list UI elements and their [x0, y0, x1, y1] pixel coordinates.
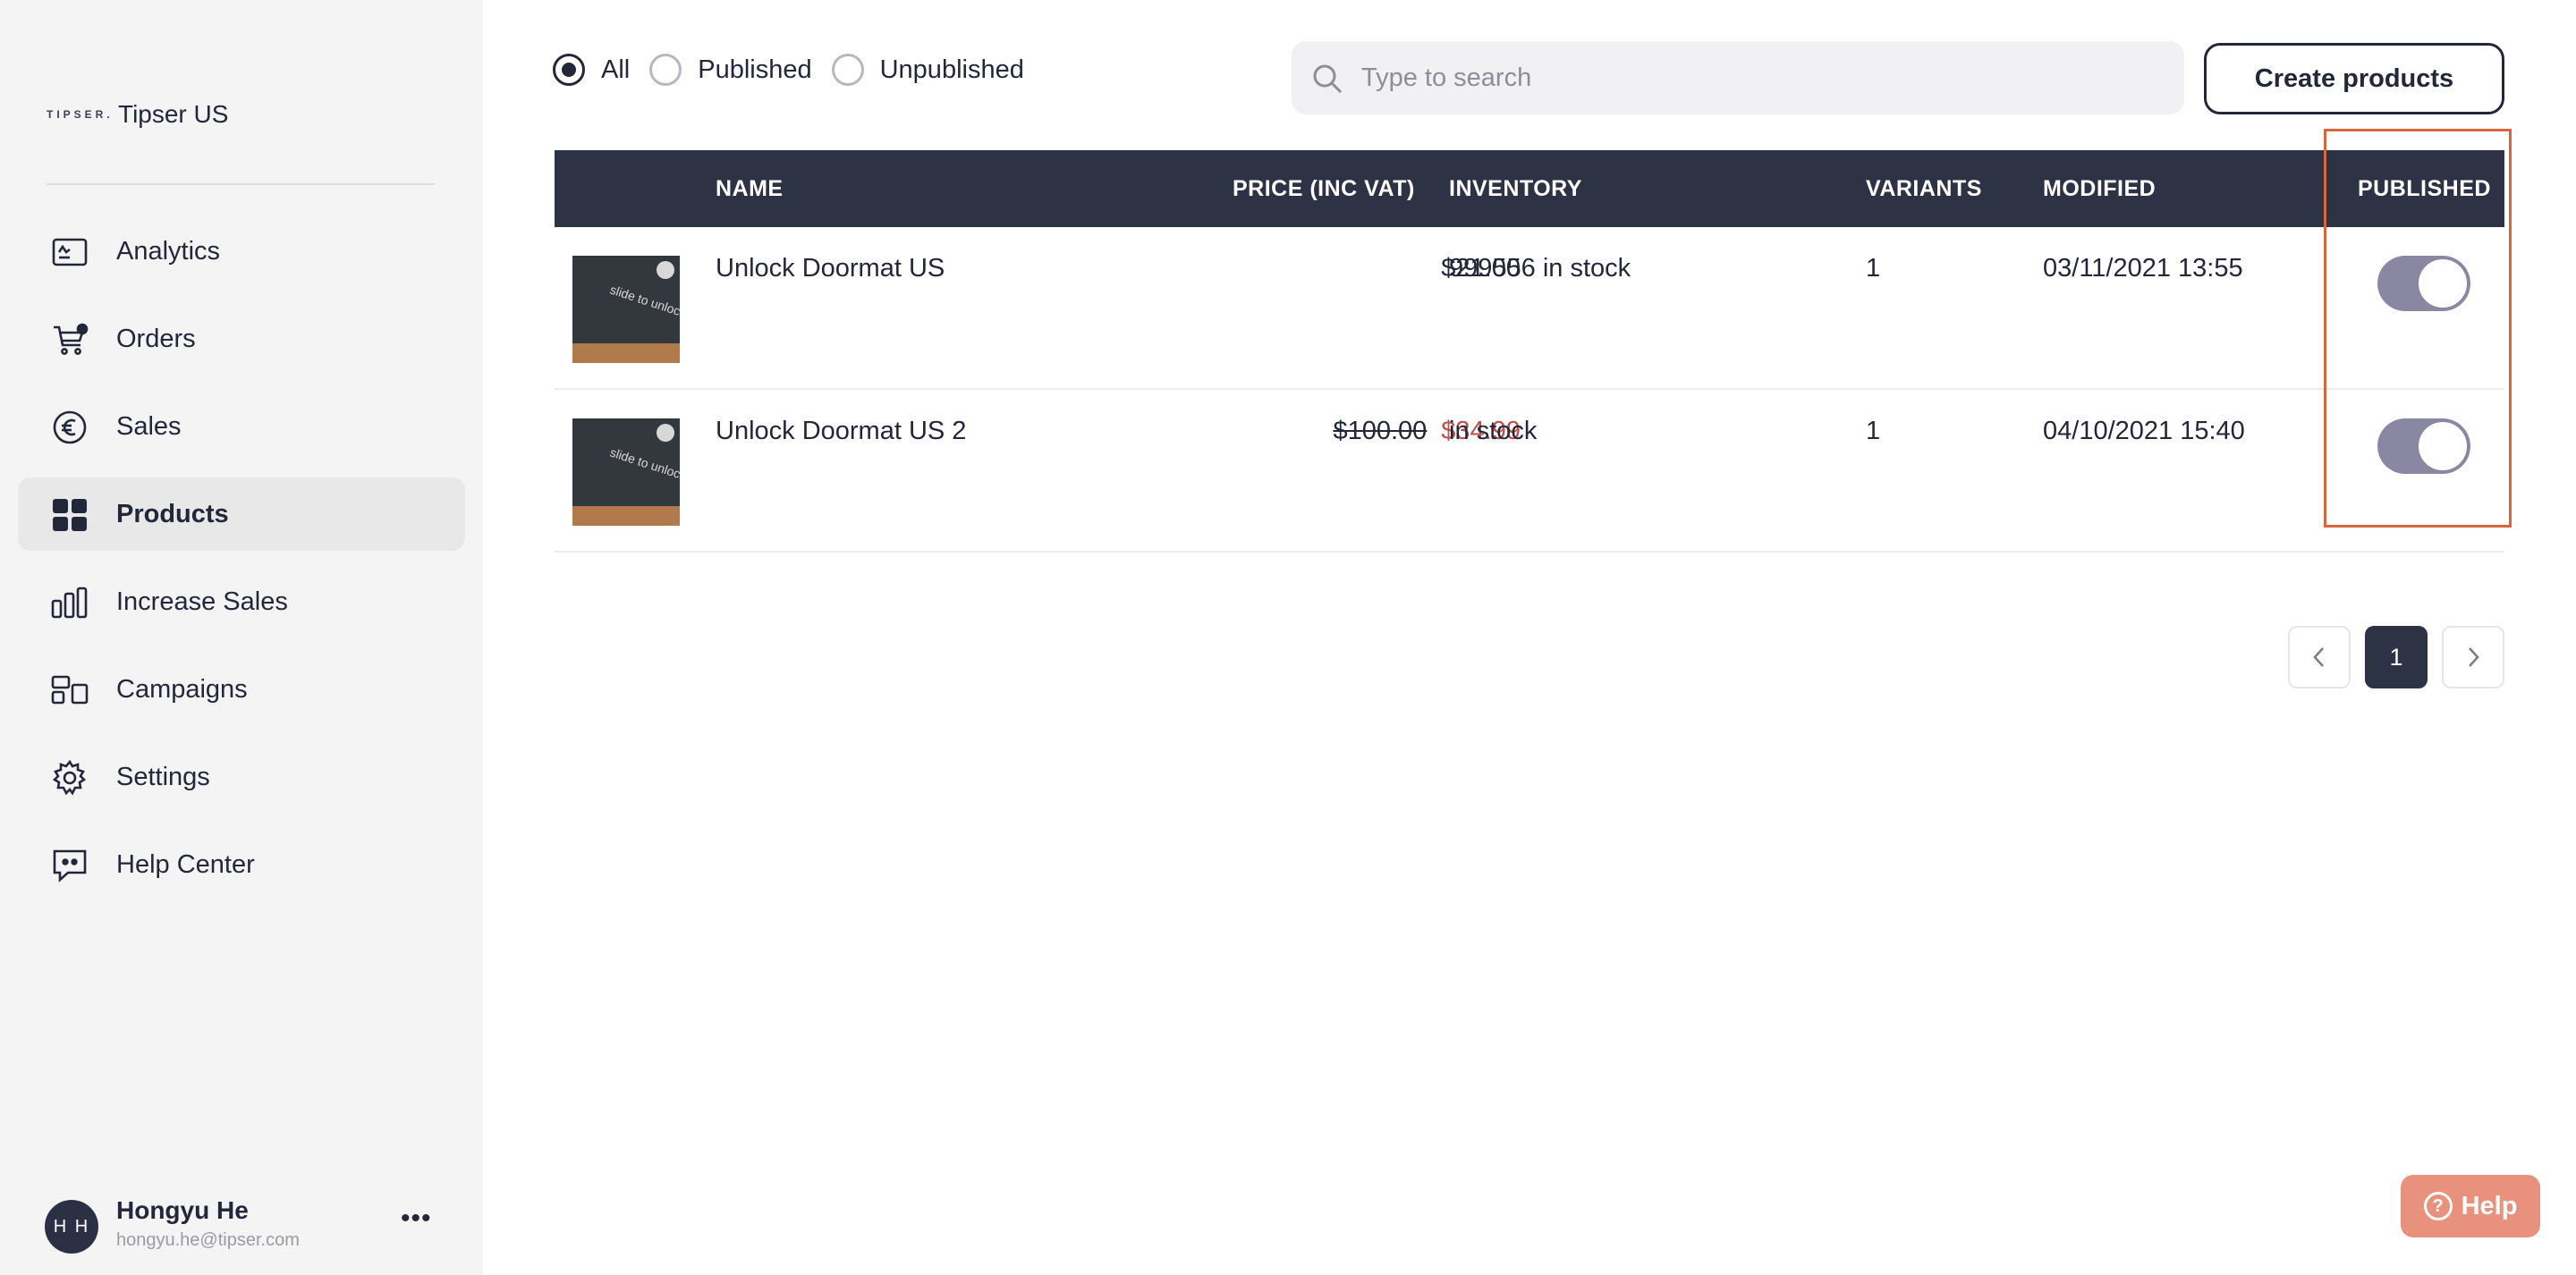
sidebar-item-label: Products: [116, 499, 229, 528]
grid-icon: [53, 499, 87, 531]
campaigns-icon: [51, 675, 89, 705]
product-thumbnail[interactable]: slide to unlock: [572, 256, 680, 363]
sidebar-item-help-center[interactable]: Help Center: [18, 828, 465, 901]
filter-all[interactable]: All: [553, 54, 630, 86]
table-row[interactable]: slide to unlock Unlock Doormat US $21.00…: [555, 227, 2504, 390]
product-inventory: in stock: [1449, 417, 1538, 445]
search-input[interactable]: [1361, 41, 2148, 114]
brand[interactable]: TIPSER. Tipser US: [47, 93, 228, 136]
help-button[interactable]: ? Help: [2401, 1175, 2540, 1237]
sidebar-item-sales[interactable]: Sales: [18, 390, 465, 463]
more-options-button[interactable]: •••: [401, 1203, 432, 1234]
column-header-price[interactable]: PRICE (INC VAT): [1233, 150, 1415, 227]
next-page-button[interactable]: [2442, 626, 2504, 688]
question-icon: ?: [2423, 1192, 2453, 1220]
product-thumbnail[interactable]: slide to unlock: [572, 418, 680, 526]
column-header-published[interactable]: PUBLISHED: [2358, 150, 2491, 227]
product-inventory: 999556 in stock: [1449, 254, 1631, 283]
doormat-image: slide to unlock: [572, 418, 680, 526]
gear-icon: [52, 760, 87, 796]
radio-unpublished[interactable]: [831, 54, 864, 86]
sidebar: TIPSER. Tipser US Analytics Orders Sales…: [0, 0, 483, 1275]
doormat-image: slide to unlock: [572, 256, 680, 363]
brand-name: Tipser US: [118, 100, 229, 128]
filter-label: Published: [698, 55, 812, 84]
chat-quote-icon: [53, 849, 87, 882]
product-modified: 04/10/2021 15:40: [2043, 417, 2245, 445]
sidebar-divider: [47, 183, 435, 185]
original-price: $100.00: [1333, 417, 1428, 445]
sidebar-item-label: Sales: [116, 411, 182, 441]
prev-page-button[interactable]: [2288, 626, 2351, 688]
search-icon: [1313, 64, 1343, 94]
radio-all[interactable]: [553, 54, 585, 86]
user-name: Hongyu He: [116, 1196, 249, 1224]
sidebar-item-settings[interactable]: Settings: [18, 740, 465, 814]
chevron-right-icon: [2469, 647, 2479, 667]
sidebar-item-label: Analytics: [116, 236, 221, 266]
toggle-knob: [2419, 422, 2467, 470]
products-table: NAME PRICE (INC VAT) INVENTORY VARIANTS …: [555, 150, 2504, 553]
product-name[interactable]: Unlock Doormat US: [716, 254, 945, 283]
sidebar-item-analytics[interactable]: Analytics: [18, 215, 465, 288]
sidebar-nav: Analytics Orders Sales Products Increase…: [18, 215, 465, 916]
analytics-icon: [52, 238, 88, 266]
table-header: NAME PRICE (INC VAT) INVENTORY VARIANTS …: [555, 150, 2504, 227]
help-label: Help: [2461, 1191, 2518, 1220]
page-1-button[interactable]: 1: [2365, 626, 2428, 688]
search-bar: [1292, 41, 2184, 114]
product-variants: 1: [1866, 417, 1881, 445]
sidebar-item-orders[interactable]: Orders: [18, 302, 465, 376]
filter-published[interactable]: Published: [649, 54, 812, 86]
sidebar-item-label: Campaigns: [116, 674, 248, 704]
radio-published[interactable]: [649, 54, 682, 86]
published-toggle[interactable]: [2377, 256, 2470, 311]
sidebar-item-label: Settings: [116, 762, 210, 791]
pagination: 1: [2288, 626, 2504, 688]
sidebar-item-label: Increase Sales: [116, 587, 288, 616]
sidebar-item-campaigns[interactable]: Campaigns: [18, 653, 465, 726]
sidebar-item-label: Help Center: [116, 849, 255, 879]
product-variants: 1: [1866, 254, 1881, 283]
user-profile: H H Hongyu He hongyu.he@tipser.com •••: [45, 1195, 447, 1259]
avatar[interactable]: H H: [45, 1200, 98, 1254]
brand-logo: TIPSER.: [47, 108, 114, 121]
column-header-modified[interactable]: MODIFIED: [2043, 150, 2156, 227]
bar-chart-icon: [51, 587, 88, 619]
filter-unpublished[interactable]: Unpublished: [831, 54, 1024, 86]
cart-icon: [54, 323, 89, 355]
user-email: hongyu.he@tipser.com: [116, 1230, 300, 1250]
filter-label: All: [601, 55, 631, 84]
filter-label: Unpublished: [879, 55, 1024, 84]
euro-icon: [53, 410, 87, 444]
column-header-variants[interactable]: VARIANTS: [1866, 150, 1982, 227]
toggle-knob: [2419, 259, 2467, 308]
publish-filter: All Published Unpublished: [553, 50, 1044, 89]
product-name[interactable]: Unlock Doormat US 2: [716, 417, 966, 446]
product-modified: 03/11/2021 13:55: [2043, 254, 2243, 283]
table-row[interactable]: slide to unlock Unlock Doormat US 2 $100…: [555, 390, 2504, 553]
sidebar-item-increase-sales[interactable]: Increase Sales: [18, 565, 465, 638]
column-header-inventory[interactable]: INVENTORY: [1449, 150, 1582, 227]
sidebar-item-products[interactable]: Products: [18, 477, 465, 551]
published-toggle[interactable]: [2377, 418, 2470, 474]
create-products-button[interactable]: Create products: [2204, 43, 2504, 114]
chevron-left-icon: [2313, 647, 2324, 667]
column-header-name[interactable]: NAME: [716, 150, 784, 227]
sidebar-item-label: Orders: [116, 324, 196, 353]
